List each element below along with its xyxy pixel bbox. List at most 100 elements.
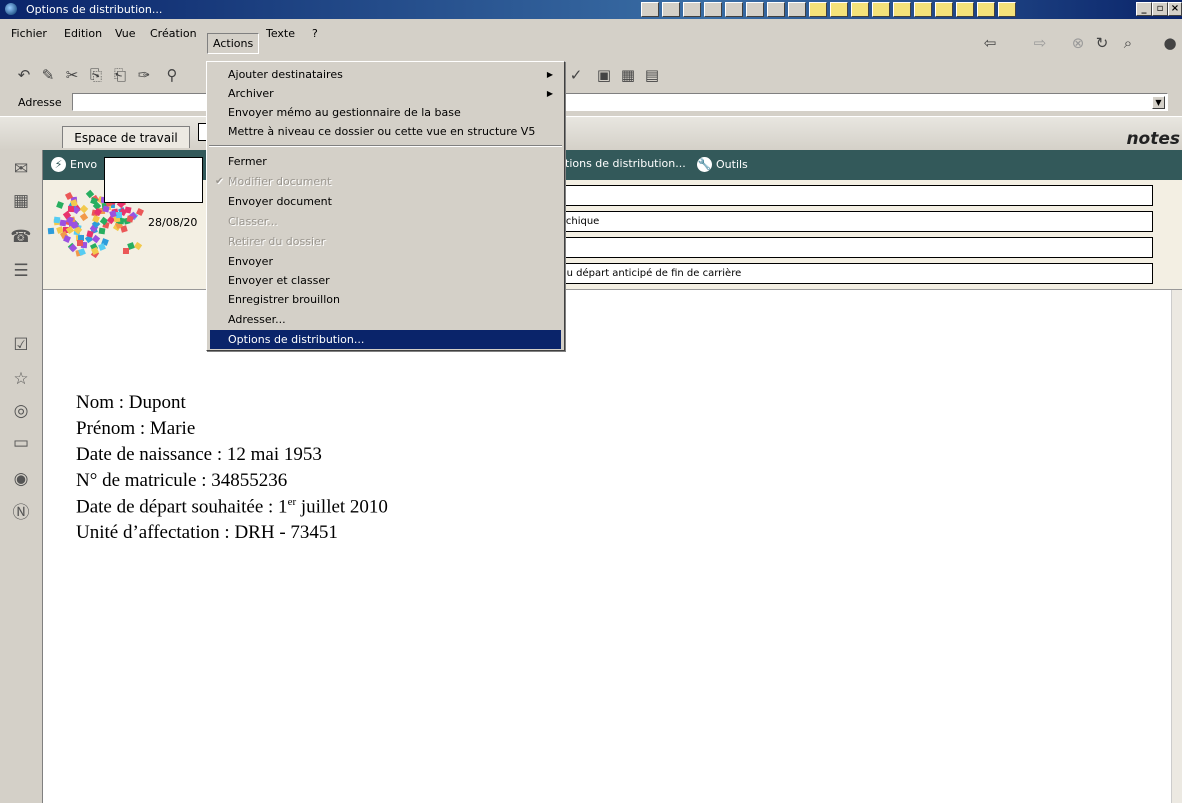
- paint-icon[interactable]: ✎: [38, 65, 58, 85]
- confetti-piece: [98, 227, 106, 235]
- databases-icon[interactable]: ◎: [10, 400, 32, 422]
- abc-icon[interactable]: ▣: [594, 65, 614, 85]
- lightning-icon: ⚡: [51, 157, 66, 172]
- menu-item-enregistrer-brouillon[interactable]: Enregistrer brouillon: [210, 290, 561, 309]
- search-icon[interactable]: ⌕: [1118, 33, 1138, 53]
- forward-arrow-icon[interactable]: ⇨: [1030, 33, 1050, 53]
- menu-item-envoyer[interactable]: Envoyer: [210, 252, 561, 271]
- vertical-scrollbar[interactable]: [1171, 290, 1182, 803]
- taskbar-notes-icon[interactable]: [788, 2, 806, 17]
- menu-item-fermer[interactable]: Fermer: [210, 152, 561, 171]
- undo-icon[interactable]: ↶: [14, 65, 34, 85]
- taskbar-help-icon[interactable]: [662, 2, 680, 17]
- taskbar-slot-icon[interactable]: [998, 2, 1016, 17]
- menu-item-ajouter-destinataires[interactable]: Ajouter destinataires ▶: [210, 65, 561, 84]
- mail-icon[interactable]: ✉: [10, 158, 32, 180]
- globe-icon[interactable]: ●: [1160, 33, 1180, 53]
- taskbar-search-icon[interactable]: [746, 2, 764, 17]
- taskbar-opera-icon[interactable]: [725, 2, 743, 17]
- menu-item-label: Envoyer et classer: [228, 274, 330, 287]
- distribution-options-action-label: tions de distribution...: [565, 157, 686, 170]
- distribution-options-action-button[interactable]: tions de distribution...: [565, 157, 686, 170]
- favorites-icon[interactable]: ☆: [10, 368, 32, 390]
- confetti-piece: [63, 235, 72, 244]
- document-body[interactable]: Nom : Dupont Prénom : Marie Date de nais…: [43, 290, 1171, 803]
- stop-icon[interactable]: ⊗: [1068, 33, 1088, 53]
- attach-icon[interactable]: ⚲: [162, 65, 182, 85]
- bcc-field[interactable]: [513, 237, 1153, 258]
- menu-item-envoyer-document[interactable]: Envoyer document: [210, 192, 561, 211]
- title-bar: Options de distribution... _ ▫ ×: [0, 0, 1182, 19]
- taskbar-slot-icon[interactable]: [809, 2, 827, 17]
- folder-icon[interactable]: ▭: [10, 432, 32, 454]
- to-field[interactable]: fr: [513, 185, 1153, 206]
- taskbar-slot-icon[interactable]: [830, 2, 848, 17]
- depart-suffix: juillet 2010: [296, 496, 388, 518]
- menu-vue[interactable]: Vue: [110, 24, 141, 43]
- todo-icon[interactable]: ☰: [10, 260, 32, 282]
- send-action-button[interactable]: ⚡ Envo: [51, 157, 97, 172]
- spellcheck-icon[interactable]: ✓: [566, 65, 586, 85]
- paste-icon[interactable]: ⎗: [110, 65, 130, 85]
- cc-field[interactable]: ble hiérarchique: [513, 211, 1153, 232]
- close-button[interactable]: ×: [1168, 2, 1182, 16]
- format-icon[interactable]: ✑: [134, 65, 154, 85]
- menu-fichier[interactable]: Fichier: [6, 24, 52, 43]
- menu-item-envoyer-et-classer[interactable]: Envoyer et classer: [210, 271, 561, 290]
- taskbar-slot-icon[interactable]: [935, 2, 953, 17]
- address-dropdown-icon[interactable]: ▼: [1152, 96, 1165, 109]
- menu-item-classer: Classer...: [210, 212, 561, 231]
- notes-n-icon[interactable]: Ⓝ: [10, 502, 32, 524]
- send-action-label: Envo: [70, 158, 98, 171]
- replicator-icon[interactable]: ☑: [10, 334, 32, 356]
- confetti-piece: [85, 230, 94, 238]
- menu-item-envoyer-memo[interactable]: Envoyer mémo au gestionnaire de la base: [210, 103, 561, 122]
- copy-icon[interactable]: ⎘: [86, 65, 106, 85]
- subject-field[interactable]: dhésion au départ anticipé de fin de car…: [513, 263, 1153, 284]
- menu-item-retirer-du-dossier: Retirer du dossier: [210, 232, 561, 251]
- menu-edition[interactable]: Edition: [59, 24, 107, 43]
- menu-creation[interactable]: Création: [145, 24, 202, 43]
- taskbar-slot-icon[interactable]: [977, 2, 995, 17]
- minimize-button[interactable]: _: [1136, 2, 1152, 16]
- checkmark-icon: ✔: [215, 176, 224, 187]
- taskbar-slot-icon[interactable]: [914, 2, 932, 17]
- taskbar-ie-icon[interactable]: [767, 2, 785, 17]
- taskbar-slot-icon[interactable]: [872, 2, 890, 17]
- maximize-button[interactable]: ▫: [1152, 2, 1168, 16]
- calendar-icon[interactable]: ▦: [10, 190, 32, 212]
- wrench-icon: 🔧: [697, 157, 712, 172]
- taskbar-window-icon[interactable]: [704, 2, 722, 17]
- menu-item-label: Modifier document: [228, 175, 332, 188]
- address-book-icon[interactable]: ☎: [10, 226, 32, 248]
- back-arrow-icon[interactable]: ⇦: [980, 33, 1000, 53]
- menu-item-label: Envoyer mémo au gestionnaire de la base: [228, 106, 461, 119]
- menu-item-mettre-a-niveau[interactable]: Mettre à niveau ce dossier ou cette vue …: [210, 122, 561, 141]
- menu-item-options-de-distribution[interactable]: Options de distribution...: [210, 330, 561, 349]
- tab-espace-de-travail[interactable]: Espace de travail: [62, 126, 190, 148]
- confetti-piece: [79, 212, 88, 221]
- menu-item-archiver[interactable]: Archiver ▶: [210, 84, 561, 103]
- lotus-notes-app-icon[interactable]: [5, 3, 17, 15]
- menu-actions[interactable]: Actions: [207, 33, 260, 54]
- bookmark-bar: ✉ ▦ ☎ ☰ ☑ ☆ ◎ ▭ ◉ Ⓝ: [0, 150, 43, 803]
- confetti-piece: [116, 212, 123, 219]
- taskbar-slot-icon[interactable]: [893, 2, 911, 17]
- menu-item-adresser[interactable]: Adresser...: [210, 310, 561, 329]
- tools-action-button[interactable]: 🔧 Outils: [697, 157, 748, 172]
- menu-texte[interactable]: Texte: [261, 24, 300, 43]
- table-icon[interactable]: ▤: [642, 65, 662, 85]
- menu-help[interactable]: ?: [307, 24, 323, 43]
- cut-icon[interactable]: ✂: [62, 65, 82, 85]
- taskbar-slot-icon[interactable]: [956, 2, 974, 17]
- menu-item-modifier-document: ✔ Modifier document: [210, 172, 561, 191]
- taskbar-app-icon[interactable]: [641, 2, 659, 17]
- confetti-piece: [124, 206, 132, 214]
- taskbar-excel-icon[interactable]: [683, 2, 701, 17]
- doc-line-depart: Date de départ souhaitée : 1er juillet 2…: [76, 496, 388, 518]
- confetti-piece: [122, 247, 129, 254]
- refresh-icon[interactable]: ↻: [1092, 33, 1112, 53]
- web-icon[interactable]: ◉: [10, 468, 32, 490]
- taskbar-slot-icon[interactable]: [851, 2, 869, 17]
- image-icon[interactable]: ▦: [618, 65, 638, 85]
